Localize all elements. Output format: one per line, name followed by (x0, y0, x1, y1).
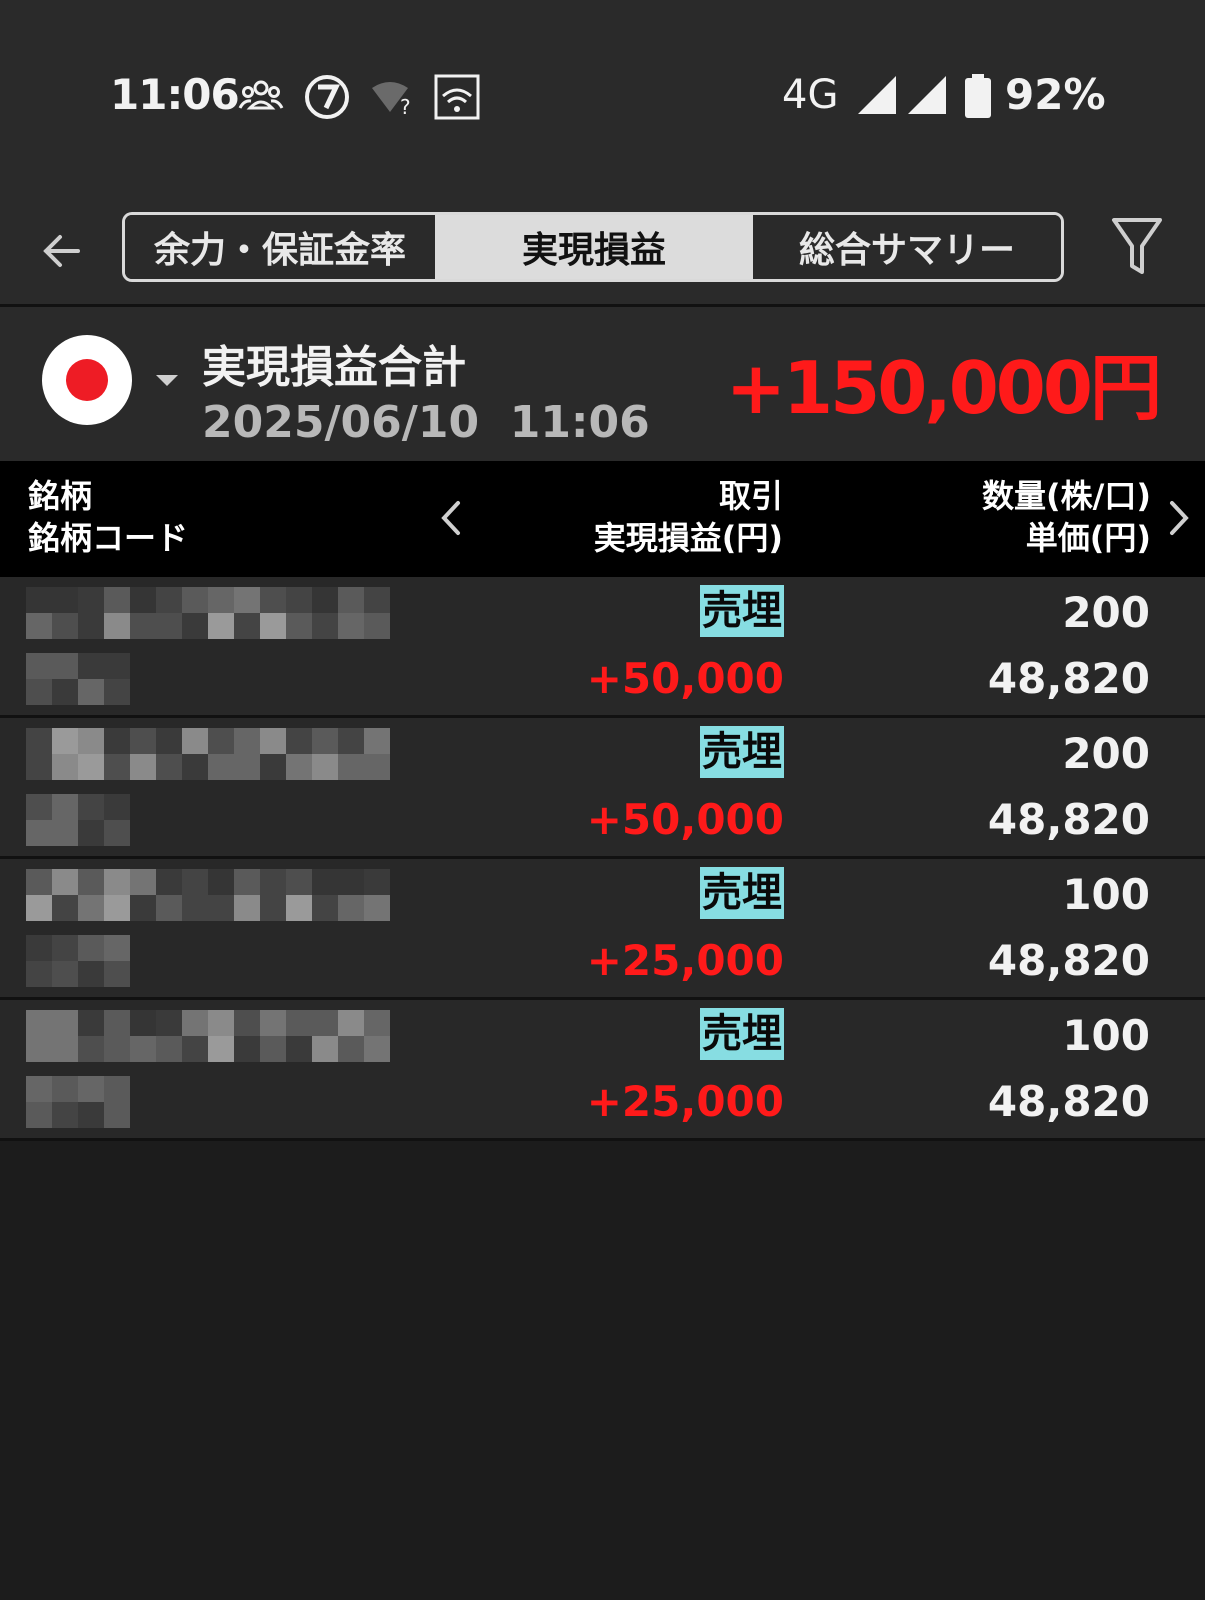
trade-type-badge: 売埋 (700, 726, 784, 778)
table-row[interactable]: 売埋 +50,000 200 48,820 (0, 577, 1205, 718)
pnl-summary: 実現損益合計 2025/06/10 11:06 +150,000円 (0, 307, 1205, 461)
pixelated-symbol (26, 1010, 390, 1128)
japan-flag-icon[interactable] (42, 335, 132, 425)
trade-type-badge: 売埋 (700, 585, 784, 637)
trade-type-badge: 売埋 (700, 1008, 784, 1060)
realized-pnl: +50,000 (586, 795, 784, 844)
header-unit-price: 単価(円) (1025, 519, 1151, 557)
quantity: 200 (1062, 729, 1150, 778)
summary-title: 実現損益合計 (202, 342, 466, 393)
tab-margin-rate[interactable]: 余力・保証金率 (125, 215, 435, 279)
summary-total: +150,000円 (725, 346, 1162, 430)
table-row[interactable]: 売埋 +25,000 100 48,820 (0, 1000, 1205, 1141)
people-icon (238, 80, 284, 110)
status-time: 11:06 (110, 70, 240, 119)
trade-list: 売埋 +50,000 200 48,820 売埋 +50,000 200 48,… (0, 577, 1205, 1141)
pixelated-symbol (26, 869, 390, 987)
header-symbol-code: 銘柄コード (28, 519, 189, 557)
header-symbol: 銘柄 銘柄コード (28, 475, 188, 559)
realized-pnl: +25,000 (586, 1077, 784, 1126)
unit-price: 48,820 (987, 936, 1150, 985)
pixelated-symbol (26, 728, 390, 846)
au-wifi-icon (434, 74, 480, 120)
status-bar: 11:06 ? 4G 92% (0, 0, 1205, 200)
unit-price: 48,820 (987, 1077, 1150, 1126)
unit-price: 48,820 (987, 795, 1150, 844)
signal-icon (858, 76, 896, 114)
back-arrow-icon[interactable] (38, 228, 84, 274)
table-header: 銘柄 銘柄コード 取引 実現損益(円) 数量(株/口) 単価(円) (0, 461, 1205, 577)
market-dropdown-icon[interactable] (156, 375, 178, 386)
quantity: 100 (1062, 1011, 1150, 1060)
chevron-left-icon[interactable] (436, 497, 466, 539)
quantity: 200 (1062, 588, 1150, 637)
segmented-tabs: 余力・保証金率 実現損益 総合サマリー (122, 212, 1064, 282)
tab-realized-pnl[interactable]: 実現損益 (435, 215, 753, 279)
realized-pnl: +25,000 (586, 936, 784, 985)
signal-icon (908, 76, 946, 114)
pixelated-symbol (26, 587, 390, 705)
chevron-right-icon[interactable] (1164, 497, 1194, 539)
table-row[interactable]: 売埋 +25,000 100 48,820 (0, 859, 1205, 1000)
battery-percent: 92% (1005, 70, 1106, 119)
quantity: 100 (1062, 870, 1150, 919)
filter-icon[interactable] (1110, 216, 1164, 276)
seven-eleven-icon (305, 75, 349, 119)
svg-text:?: ? (400, 95, 411, 119)
trade-type-badge: 売埋 (700, 867, 784, 919)
header-realized-pnl: 実現損益(円) (593, 519, 783, 557)
header-quantity-units: 数量(株/口) (982, 477, 1151, 515)
unit-price: 48,820 (987, 654, 1150, 703)
header-trade: 取引 実現損益(円) (594, 475, 783, 559)
table-row[interactable]: 売埋 +50,000 200 48,820 (0, 718, 1205, 859)
battery-icon (965, 74, 991, 118)
header-quantity: 数量(株/口) 単価(円) (982, 475, 1151, 559)
toolbar: 余力・保証金率 実現損益 総合サマリー (0, 200, 1205, 307)
header-trade-type: 取引 (718, 477, 783, 515)
wifi-unknown-icon: ? (372, 82, 411, 119)
header-symbol-name: 銘柄 (28, 477, 93, 515)
realized-pnl: +50,000 (586, 654, 784, 703)
summary-datetime: 2025/06/10 11:06 (202, 397, 650, 448)
flag-sun (66, 359, 108, 401)
network-type: 4G (782, 72, 839, 118)
tab-summary[interactable]: 総合サマリー (753, 215, 1061, 279)
